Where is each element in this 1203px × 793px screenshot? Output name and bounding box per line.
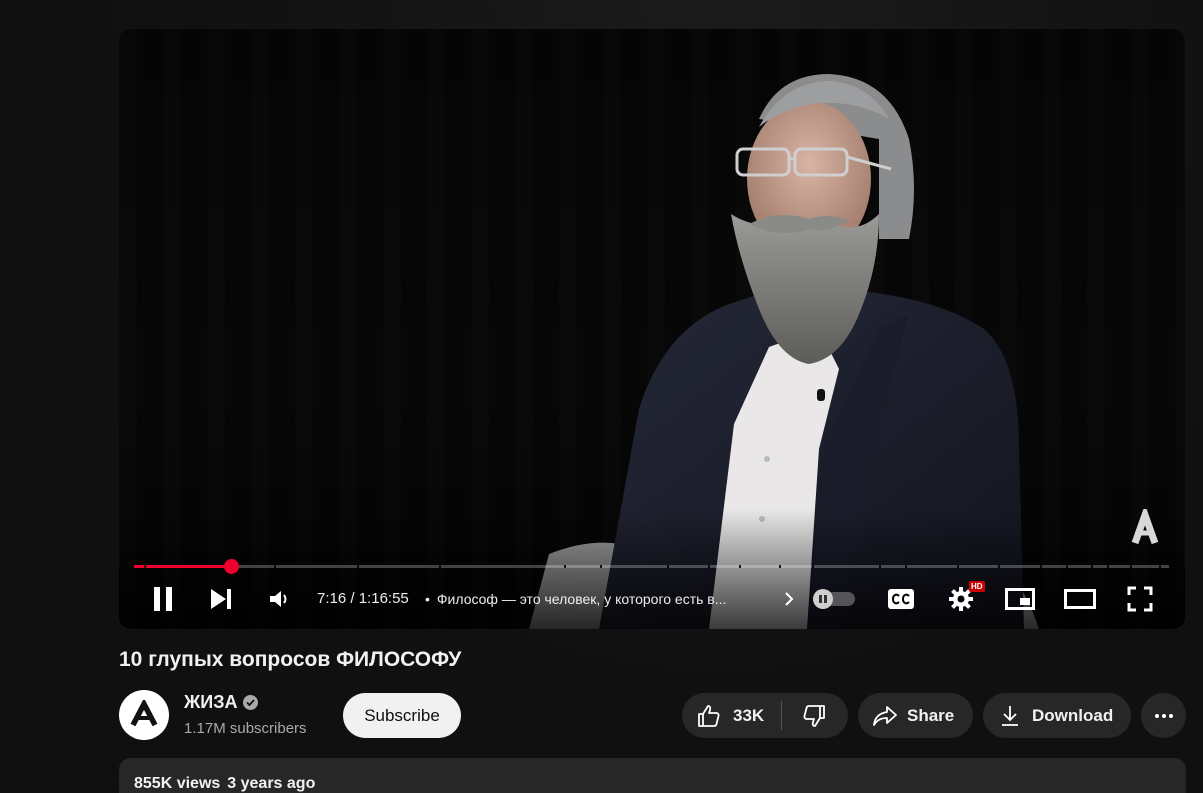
chapter-marker (599, 565, 602, 568)
view-count: 855K views (134, 775, 221, 792)
time-display: 7:16 / 1:16:55 (317, 577, 409, 621)
chapter-marker (273, 565, 276, 568)
settings-button[interactable]: HD (941, 577, 985, 621)
share-label: Share (907, 705, 955, 725)
more-actions-button[interactable] (1141, 693, 1186, 738)
chapter-marker (1065, 565, 1068, 568)
chapter-marker (778, 565, 781, 568)
chapter-marker (905, 565, 908, 568)
current-time: 7:16 (317, 590, 347, 607)
closed-captions-icon (888, 589, 914, 609)
miniplayer-button[interactable] (1000, 577, 1040, 621)
chapter-marker (1106, 565, 1109, 568)
like-dislike-group: 33K (682, 693, 848, 738)
volume-button[interactable] (261, 577, 297, 621)
chapter-marker (144, 565, 147, 568)
progress-played (134, 565, 232, 568)
more-horizontal-icon (1154, 713, 1173, 718)
zhiza-logo-icon (130, 700, 158, 727)
chapter-marker (1039, 565, 1042, 568)
watch-page: 7:16 / 1:16:55 • Философ — это человек, … (0, 0, 1203, 793)
next-button[interactable] (203, 577, 239, 621)
subscribe-button[interactable]: Subscribe (343, 693, 461, 738)
chapter-marker (956, 565, 959, 568)
subtitles-button[interactable] (881, 577, 921, 621)
video-title: 10 глупых вопросов ФИЛОСОФУ (119, 648, 462, 671)
download-button[interactable]: Download (983, 693, 1131, 738)
dislike-button[interactable] (782, 693, 846, 738)
autoplay-pause-icon (819, 595, 827, 603)
chapter-marker (563, 565, 566, 568)
description-box[interactable]: 855K views 3 years ago (119, 758, 1186, 793)
chapter-marker (811, 565, 814, 568)
upload-date: 3 years ago (227, 775, 316, 792)
pause-button[interactable] (145, 577, 181, 621)
video-frame[interactable] (119, 29, 1185, 629)
miniplayer-icon (1005, 588, 1035, 610)
thumbs-down-icon (803, 704, 825, 727)
chapter-marker (998, 565, 1001, 568)
skip-next-icon (211, 589, 231, 609)
chapter-marker (739, 565, 742, 568)
progress-bar[interactable] (134, 559, 1169, 574)
channel-avatar[interactable] (119, 690, 169, 740)
share-arrow-icon (873, 705, 897, 726)
channel-name-link[interactable]: ЖИЗА (184, 692, 259, 713)
player-controls: 7:16 / 1:16:55 • Философ — это человек, … (119, 577, 1185, 621)
chapter-marker (1091, 565, 1094, 568)
chevron-right-icon (785, 592, 794, 606)
chapter-title: Философ — это человек, у которого есть в… (436, 591, 727, 607)
chapter-marker (1129, 565, 1132, 568)
channel-name: ЖИЗА (184, 692, 238, 712)
chapter-marker (1158, 565, 1161, 568)
hd-badge: HD (969, 581, 985, 592)
chapter-marker (879, 565, 882, 568)
subscriber-count: 1.17M subscribers (184, 720, 307, 737)
video-player[interactable]: 7:16 / 1:16:55 • Философ — это человек, … (119, 29, 1185, 629)
like-button[interactable]: 33K (682, 693, 781, 738)
chapter-marker (439, 565, 442, 568)
fullscreen-button[interactable] (1120, 577, 1160, 621)
like-count: 33K (733, 705, 765, 725)
chapter-chevron-button[interactable] (779, 577, 799, 621)
chapter-marker (356, 565, 359, 568)
chapter-marker (708, 565, 711, 568)
chapter-title-button[interactable]: • Философ — это человек, у которого есть… (425, 577, 795, 621)
autoplay-toggle[interactable] (813, 589, 855, 609)
download-label: Download (1032, 705, 1114, 725)
theater-mode-button[interactable] (1060, 577, 1100, 621)
share-button[interactable]: Share (858, 693, 973, 738)
fullscreen-icon (1127, 586, 1153, 612)
duration: 1:16:55 (358, 590, 409, 607)
autoplay-knob (813, 589, 833, 609)
chapter-dot: • (425, 591, 430, 607)
theater-mode-icon (1064, 589, 1096, 609)
video-meta: 855K views 3 years ago (134, 775, 315, 793)
pause-icon (154, 587, 172, 611)
chapter-marker (667, 565, 670, 568)
volume-icon (270, 591, 287, 607)
verified-check-icon (243, 695, 259, 710)
channel-watermark-icon[interactable] (1125, 509, 1165, 549)
time-separator: / (346, 590, 359, 607)
thumbs-up-icon (698, 704, 720, 727)
download-icon (1002, 705, 1018, 726)
